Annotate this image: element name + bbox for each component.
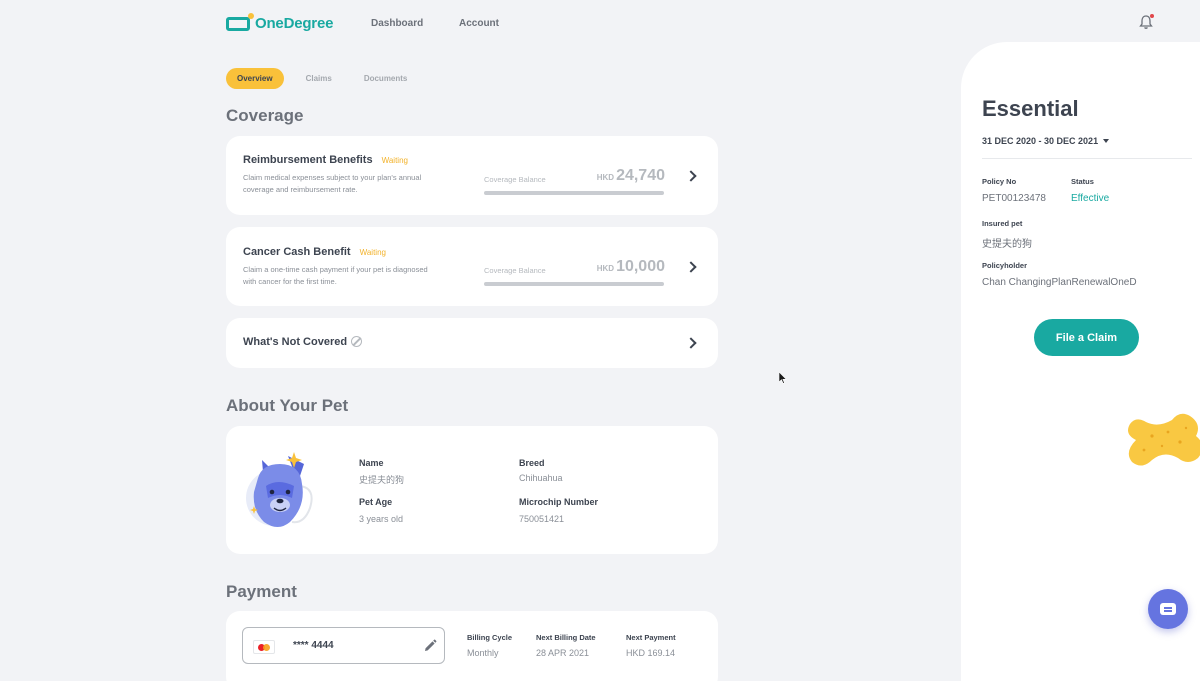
nav-dashboard[interactable]: Dashboard xyxy=(371,18,423,29)
mastercard-icon xyxy=(253,640,275,654)
amount-value: 10,000 xyxy=(616,258,665,275)
policy-no-label: Policy No xyxy=(982,177,1017,186)
chat-button[interactable] xyxy=(1148,589,1188,629)
chevron-right-icon[interactable] xyxy=(685,261,697,273)
reimbursement-description: Claim medical expenses subject to your p… xyxy=(243,173,422,194)
billing-cycle-value: Monthly xyxy=(467,648,499,658)
next-payment-label: Next Payment xyxy=(626,633,676,642)
policy-period-dropdown[interactable]: 31 DEC 2020 - 30 DEC 2021 xyxy=(982,136,1110,146)
bone-decoration xyxy=(1128,413,1200,466)
notification-dot xyxy=(1150,14,1154,18)
insured-pet-value: 史提夫的狗 xyxy=(982,239,1032,250)
coverage-balance-amount: HKD 10,000 xyxy=(593,258,665,276)
pet-breed-value: Chihuahua xyxy=(519,473,563,483)
next-payment-value: HKD 169.14 xyxy=(626,648,676,658)
coverage-balance-bar xyxy=(484,191,664,195)
chat-icon xyxy=(1160,603,1176,615)
coverage-balance-label: Coverage Balance xyxy=(484,266,546,275)
coverage-balance-label: Coverage Balance xyxy=(484,175,546,184)
policy-no-value: PET00123478 xyxy=(982,193,1046,204)
pet-age-label: Pet Age xyxy=(359,497,393,507)
policyholder-label: Policyholder xyxy=(982,261,1028,270)
status-badge: Waiting xyxy=(381,156,408,165)
pet-name-label: Name xyxy=(359,458,384,468)
not-covered-title-text: What's Not Covered xyxy=(243,336,348,348)
microchip-label: Microchip Number xyxy=(519,497,599,507)
ban-icon xyxy=(351,336,363,347)
coverage-balance-bar xyxy=(484,282,664,286)
top-bar: OneDegree Dashboard Account xyxy=(0,0,1200,48)
card-number: **** 4444 xyxy=(293,640,334,651)
cancer-cash-title-text: Cancer Cash Benefit xyxy=(243,246,351,258)
status-value: Effective xyxy=(1071,193,1110,204)
coverage-balance-fill xyxy=(484,191,664,195)
amount-value: 24,740 xyxy=(616,167,665,184)
status-badge: Waiting xyxy=(359,248,386,257)
tab-claims[interactable]: Claims xyxy=(296,68,342,89)
cancer-cash-title: Cancer Cash Benefit Waiting xyxy=(243,246,386,258)
logo-text: OneDegree xyxy=(255,15,334,32)
pencil-icon[interactable] xyxy=(423,639,437,653)
payment-card: **** 4444 Billing Cycle Monthly Next Bil… xyxy=(226,611,718,681)
not-covered-card[interactable]: What's Not Covered xyxy=(226,318,718,368)
pet-card: Name 史提夫的狗 Breed Chihuahua Pet Age 3 yea… xyxy=(226,426,718,554)
tab-documents[interactable]: Documents xyxy=(354,68,418,89)
about-pet-heading: About Your Pet xyxy=(226,396,349,415)
coverage-balance-amount: HKD 24,740 xyxy=(593,167,665,185)
payment-method-box[interactable]: **** 4444 xyxy=(242,627,445,664)
logo-mark-icon xyxy=(226,12,254,31)
tab-bar: Overview Claims Documents xyxy=(226,68,419,89)
not-covered-title: What's Not Covered xyxy=(243,336,363,348)
reimbursement-title-text: Reimbursement Benefits xyxy=(243,154,373,166)
next-billing-label: Next Billing Date xyxy=(536,633,596,642)
chevron-right-icon[interactable] xyxy=(685,170,697,182)
chevron-right-icon[interactable] xyxy=(685,337,697,349)
mouse-cursor-icon xyxy=(779,372,787,384)
pet-name-value: 史提夫的狗 xyxy=(359,475,405,485)
pet-age-value: 3 years old xyxy=(359,514,404,524)
coverage-balance-fill xyxy=(484,282,664,286)
divider xyxy=(982,158,1192,159)
tab-overview[interactable]: Overview xyxy=(226,68,284,89)
mastercard-circle-orange xyxy=(263,644,270,651)
policy-period-text: 31 DEC 2020 - 30 DEC 2021 xyxy=(982,136,1099,146)
file-claim-button[interactable]: File a Claim xyxy=(1034,319,1139,356)
next-billing-value: 28 APR 2021 xyxy=(536,648,590,658)
pet-breed-label: Breed xyxy=(519,458,545,468)
coverage-heading: Coverage xyxy=(226,106,304,125)
status-label: Status xyxy=(1071,177,1094,186)
payment-heading: Payment xyxy=(226,582,297,601)
cancer-cash-card[interactable]: Cancer Cash Benefit Waiting Claim a one-t… xyxy=(226,227,718,306)
policyholder-value: Chan ChangingPlanRenewalOneD xyxy=(982,277,1137,288)
plan-name: Essential xyxy=(982,96,1079,121)
currency-label: HKD xyxy=(596,173,615,182)
cancer-cash-description: Claim a one-time cash payment if your pe… xyxy=(243,265,428,286)
currency-label: HKD xyxy=(596,264,615,273)
reimbursement-card[interactable]: Reimbursement Benefits Waiting Claim medi… xyxy=(226,136,718,215)
microchip-value: 750051421 xyxy=(519,514,565,524)
billing-cycle-label: Billing Cycle xyxy=(467,633,513,642)
reimbursement-title: Reimbursement Benefits Waiting xyxy=(243,154,408,166)
insured-pet-label: Insured pet xyxy=(982,219,1023,228)
nav-account[interactable]: Account xyxy=(459,18,499,29)
dog-illustration-icon xyxy=(246,452,313,527)
policy-panel: Essential 31 DEC 2020 - 30 DEC 2021 Poli… xyxy=(961,42,1200,681)
caret-down-icon xyxy=(1103,139,1110,143)
onedegree-logo[interactable]: OneDegree xyxy=(226,12,334,32)
